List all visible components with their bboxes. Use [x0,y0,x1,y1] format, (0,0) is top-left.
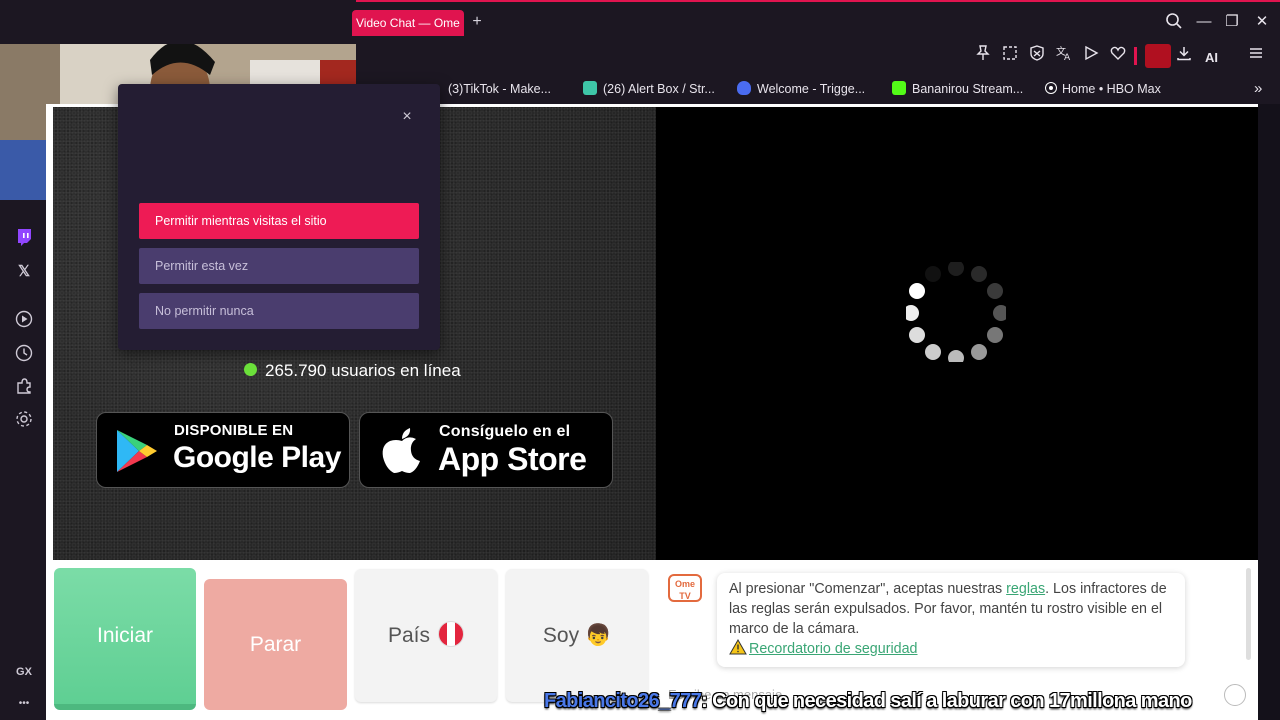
send-icon[interactable] [1081,45,1101,67]
restore-button[interactable]: ❐ [1222,12,1242,32]
country-button[interactable]: País [355,569,497,702]
bookmark-hbo[interactable]: Home • HBO Max [1046,81,1161,97]
google-play-label: Google Play [173,441,341,474]
app-store-label: App Store [438,441,587,477]
online-users: 265.790 usuarios en línea [244,360,461,382]
translate-icon[interactable]: 文A [1054,45,1074,67]
google-play-small-label: DISPONIBLE EN [174,422,294,439]
close-window-button[interactable]: ✕ [1252,12,1272,32]
extensions-icon[interactable] [14,377,34,397]
title-bar [0,0,1280,44]
avatar-icon[interactable] [1145,44,1171,68]
bookmark-tiktok[interactable]: ♪(3)TikTok - Make... [430,81,551,98]
bookmarks-more-button[interactable]: » [1254,81,1262,97]
stop-button[interactable]: Parar [204,579,347,710]
stream-chat-overlay: Fabiancito26_777: Con que necesidad salí… [544,688,1192,714]
toolbar [356,44,1280,74]
svg-text:A: A [1064,53,1071,61]
accent-line [356,0,1280,2]
online-dot-icon [244,363,257,376]
twitch-icon[interactable] [14,228,34,248]
app-store-small-label: Consíguelo en el [439,423,571,440]
safety-reminder-link[interactable]: Recordatorio de seguridad [749,641,918,657]
heart-icon[interactable] [1108,45,1128,67]
emoji-icon[interactable] [1224,684,1246,706]
toolbar-separator [1134,47,1137,65]
chat-scrollbar[interactable] [1246,568,1251,660]
overlay-message: : Con que necesidad salí a laburar con 1… [701,690,1192,712]
google-play-icon [117,430,157,472]
snapshot-icon[interactable] [1000,45,1020,67]
allow-once-button[interactable]: Permitir esta vez [139,248,419,284]
bookmark-kick[interactable]: Bananirou Stream... [892,81,1023,97]
loading-spinner-icon [906,262,1006,362]
ai-icon[interactable]: AI [1205,48,1235,68]
soy-label: Soy [542,624,580,647]
rules-notice: Al presionar "Comenzar", aceptas nuestra… [717,573,1185,667]
gender-button[interactable]: Soy 👦 [506,569,648,702]
hbo-icon [1046,83,1056,93]
x-icon[interactable]: 𝕏 [14,262,34,282]
kick-icon [892,81,906,95]
ome-tv-logo: Ome TV [668,574,702,602]
history-icon[interactable] [14,344,34,364]
download-icon[interactable] [1174,45,1194,67]
pin-icon[interactable] [973,45,993,67]
overlay-username: Fabiancito26_777 [544,690,702,712]
bookmark-welcome[interactable]: Welcome - Trigge... [737,81,865,97]
bookmark-alert-box[interactable]: (26) Alert Box / Str... [583,81,715,97]
warning-icon [729,638,749,659]
allow-while-visiting-button[interactable]: Permitir mientras visitas el sitio [139,203,419,239]
search-icon[interactable] [1164,12,1184,32]
country-label: País [387,624,431,647]
player-icon[interactable] [14,310,34,330]
app-store-badge[interactable]: Consíguelo en el App Store [359,412,613,488]
gx-label[interactable]: GX [14,662,34,682]
tab-video-chat[interactable]: Video Chat — Ome [352,10,464,36]
rules-link[interactable]: reglas [1006,581,1045,597]
more-icon[interactable]: ••• [14,694,34,714]
settings-icon[interactable] [14,410,34,430]
minimize-button[interactable]: — [1194,12,1214,32]
new-tab-button[interactable]: + [468,12,486,32]
google-play-badge[interactable]: DISPONIBLE EN Google Play [96,412,350,488]
never-allow-button[interactable]: No permitir nunca [139,293,419,329]
boy-icon: 👦 [584,624,612,647]
adblock-icon[interactable] [1027,45,1047,67]
trigger-icon [737,81,751,95]
menu-icon[interactable] [1246,45,1266,67]
close-icon[interactable]: × [398,108,416,126]
start-button[interactable]: Iniciar [54,568,196,710]
peru-flag-icon [438,621,465,647]
screen: Video Chat — Ome + — ❐ ✕ 文A AI ♪(3)TikTo… [0,0,1280,720]
streamlabs-icon [583,81,597,95]
apple-icon [382,428,420,473]
